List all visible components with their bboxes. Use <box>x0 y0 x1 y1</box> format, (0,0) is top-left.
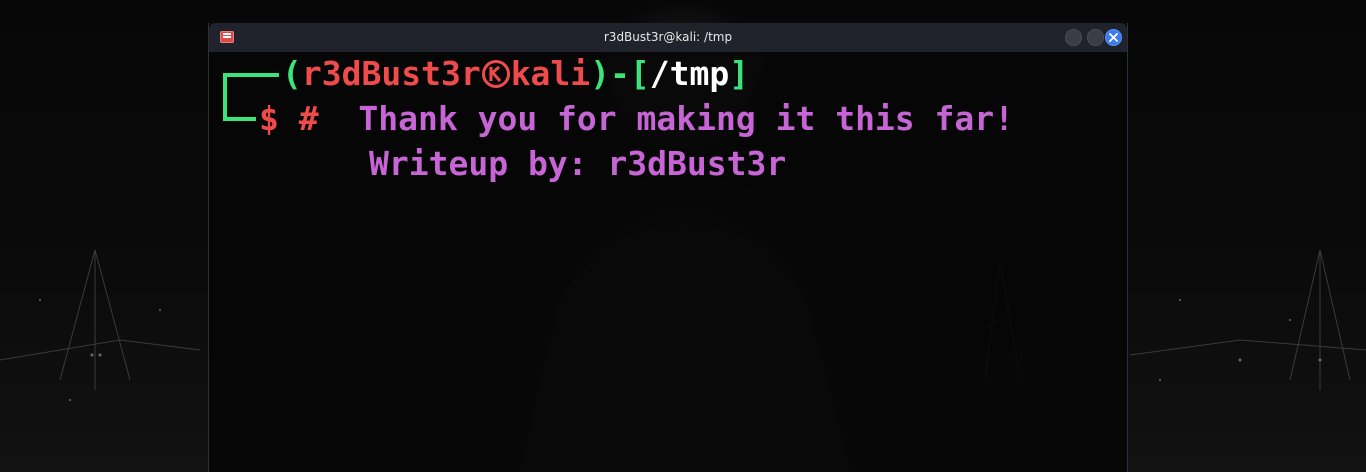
close-button[interactable] <box>1105 29 1122 46</box>
output-line-2: Writeup by: r3dBust3r <box>369 144 787 183</box>
terminal-window[interactable]: r3dBust3r@kali: /tmp (r3dBust3r kali)-[/t… <box>208 23 1128 472</box>
prompt-close-bracket: ] <box>729 54 750 93</box>
prompt-hash: # <box>298 99 319 138</box>
terminal-content[interactable]: (r3dBust3r kali)-[/tmp] $ # Thank you for… <box>209 52 1127 472</box>
close-icon <box>1109 33 1118 42</box>
command-line: $ # Thank you for making it this far! <box>259 96 1014 142</box>
prompt-symbol: $ <box>259 99 279 138</box>
kali-symbol-icon <box>481 55 511 88</box>
output-line-2-row: Writeup by: r3dBust3r <box>369 141 786 187</box>
maximize-button[interactable] <box>1087 29 1104 46</box>
prompt-line: (r3dBust3r kali)-[/tmp] <box>282 51 749 97</box>
prompt-corner-top <box>223 73 279 77</box>
prompt-corner-bottom <box>223 117 256 121</box>
prompt-user: r3dBust3r <box>301 54 481 93</box>
prompt-open-bracket: [ <box>629 54 650 93</box>
window-title: r3dBust3r@kali: /tmp <box>603 30 733 44</box>
minimize-button[interactable] <box>1065 29 1082 46</box>
prompt-dash: - <box>610 54 630 93</box>
output-line-1: Thank you for making it this far! <box>358 99 1015 138</box>
prompt-open-paren: ( <box>282 54 302 93</box>
prompt-cwd: /tmp <box>649 54 730 93</box>
prompt-host: kali <box>510 54 591 93</box>
prompt-close-paren: ) <box>590 54 611 93</box>
prompt-corner-vertical <box>223 73 227 121</box>
window-titlebar[interactable]: r3dBust3r@kali: /tmp <box>209 23 1127 52</box>
